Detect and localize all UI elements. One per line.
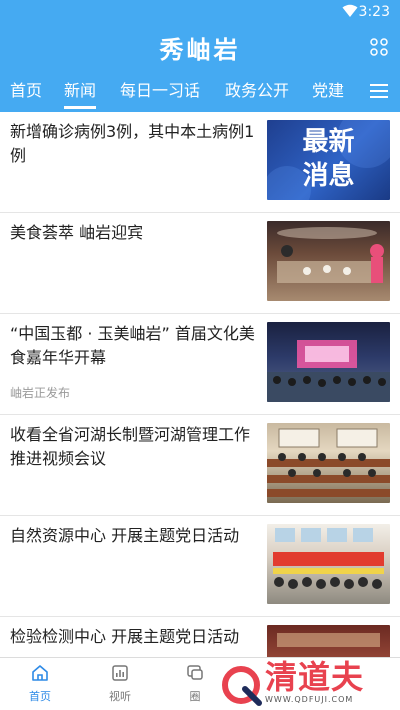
- news-thumbnail: [267, 423, 390, 503]
- news-title: 美食荟萃 岫岩迎宾: [10, 223, 144, 242]
- news-thumbnail: [267, 524, 390, 604]
- news-item[interactable]: “中国玉都 · 玉美岫岩” 首届文化美食嘉年华开幕 岫岩正发布: [0, 314, 400, 415]
- thumbnail-graphic: [273, 528, 384, 589]
- news-item[interactable]: 检验检测中心 开展主题党日活动: [0, 617, 400, 657]
- news-feed: 新增确诊病例3例，其中本土病例1例 最新 消息 美食荟萃 岫岩迎宾 “中国玉都 …: [0, 112, 400, 657]
- tab-news[interactable]: 新闻: [64, 80, 97, 109]
- news-item[interactable]: 自然资源中心 开展主题党日活动: [0, 516, 400, 617]
- nav-video[interactable]: 视听: [90, 664, 150, 704]
- news-title: 新增确诊病例3例，其中本土病例1例: [10, 122, 255, 165]
- wifi-icon: [342, 4, 358, 17]
- app-title: 秀岫岩: [159, 35, 241, 64]
- news-item[interactable]: 美食荟萃 岫岩迎宾: [0, 213, 400, 314]
- watermark-q-icon: [222, 666, 262, 706]
- tab-home[interactable]: 首页: [10, 80, 42, 102]
- app-header: 3:23 秀岫岩 首页 新闻 每日一习话 政务公开 党建: [0, 0, 400, 112]
- tab-government[interactable]: 政务公开: [225, 80, 289, 102]
- category-tabs: 首页 新闻 每日一习话 政务公开 党建: [0, 72, 400, 112]
- thumbnail-graphic: [267, 428, 390, 497]
- thumbnail-text-line1: 最新: [302, 127, 355, 157]
- menu-icon[interactable]: [370, 83, 388, 99]
- news-title: “中国玉都 · 玉美岫岩” 首届文化美食嘉年华开幕: [10, 324, 255, 367]
- thumbnail-text-line2: 消息: [302, 161, 355, 191]
- news-item[interactable]: 新增确诊病例3例，其中本土病例1例 最新 消息: [0, 112, 400, 213]
- status-time: 3:23: [358, 4, 390, 20]
- news-thumbnail: [267, 221, 390, 301]
- news-title: 自然资源中心 开展主题党日活动: [10, 526, 240, 545]
- nav-label: 首页: [29, 690, 51, 703]
- news-thumbnail: [267, 625, 390, 657]
- thumbnail-graphic: [277, 633, 380, 647]
- thumbnail-graphic: [267, 340, 390, 402]
- video-icon: [112, 665, 128, 681]
- news-thumbnail: 最新 消息: [267, 120, 390, 200]
- home-icon: [32, 665, 48, 681]
- news-thumbnail: [267, 322, 390, 402]
- nav-label: 视听: [109, 690, 131, 703]
- grid-icon[interactable]: [370, 38, 388, 56]
- tab-daily-quote[interactable]: 每日一习话: [120, 80, 200, 102]
- news-source: 岫岩正发布: [10, 386, 71, 400]
- status-bar: 3:23: [0, 0, 400, 24]
- nav-home[interactable]: 首页: [10, 664, 70, 704]
- tab-party[interactable]: 党建: [312, 80, 344, 102]
- news-title: 检验检测中心 开展主题党日活动: [10, 627, 240, 646]
- news-item[interactable]: 收看全省河湖长制暨河湖管理工作推进视频会议: [0, 415, 400, 516]
- watermark-logo: 清道夫 WWW.QDFUJI.COM: [215, 657, 400, 710]
- watermark-text: 清道夫: [265, 658, 365, 696]
- watermark-url: WWW.QDFUJI.COM: [265, 695, 354, 704]
- thumbnail-graphic: [277, 227, 384, 283]
- news-title: 收看全省河湖长制暨河湖管理工作推进视频会议: [10, 425, 251, 468]
- chat-icon: [187, 665, 203, 680]
